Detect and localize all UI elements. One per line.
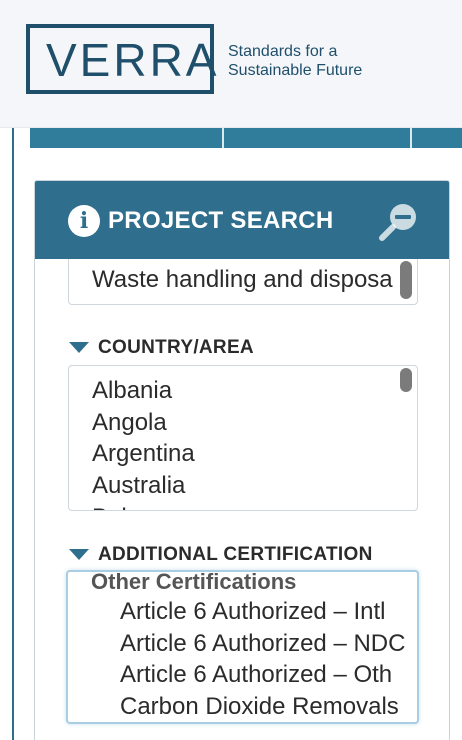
option-group-header: Other Certifications: [91, 570, 297, 594]
certification-option[interactable]: Article 6 Authorized – NDC: [120, 628, 405, 659]
country-option[interactable]: Angola: [92, 407, 167, 438]
country-label-text: COUNTRY/AREA: [98, 337, 254, 358]
list-item[interactable]: Waste handling and disposa: [92, 264, 393, 295]
country-listbox[interactable]: Albania Angola Argentina Australia Baham…: [68, 365, 418, 511]
panel-title: PROJECT SEARCH: [108, 207, 334, 234]
info-icon[interactable]: i: [68, 205, 100, 237]
certification-option[interactable]: Article 6 Authorized – Intl: [120, 596, 385, 627]
panel-header: i PROJECT SEARCH: [35, 181, 449, 259]
project-search-panel: i PROJECT SEARCH · Waste handling and di…: [34, 180, 450, 740]
tagline-line-1: Standards for a: [228, 43, 338, 60]
certification-label-text: ADDITIONAL CERTIFICATION: [98, 544, 373, 565]
content-left-border: [12, 128, 14, 740]
logo-text: VERRA: [46, 34, 220, 86]
country-option[interactable]: Argentina: [92, 438, 195, 469]
tagline: Standards for a Sustainable Future: [228, 42, 362, 80]
scrollbar-thumb[interactable]: [400, 368, 412, 392]
scrollbar-thumb[interactable]: [400, 261, 412, 299]
zoom-out-icon[interactable]: [377, 199, 421, 243]
tab-divider: [410, 128, 412, 148]
certification-listbox[interactable]: Other Certifications Article 6 Authorize…: [66, 570, 419, 724]
country-option[interactable]: Albania: [92, 375, 172, 406]
caret-down-icon[interactable]: [69, 342, 89, 353]
tab-divider: [222, 128, 224, 148]
certification-option[interactable]: Carbon Dioxide Removals: [120, 691, 399, 722]
verra-logo[interactable]: VERRA: [26, 24, 216, 94]
project-type-listbox[interactable]: · Waste handling and disposa: [68, 259, 418, 305]
certification-option[interactable]: Article 6 Authorized – Oth: [120, 659, 392, 690]
country-option[interactable]: Australia: [92, 470, 185, 501]
tagline-line-2: Sustainable Future: [228, 62, 363, 79]
caret-down-icon[interactable]: [69, 549, 89, 560]
nav-tab-bar[interactable]: [30, 128, 462, 148]
country-option[interactable]: Bahamas: [92, 502, 193, 510]
site-header: VERRA Standards for a Sustainable Future: [0, 0, 462, 128]
